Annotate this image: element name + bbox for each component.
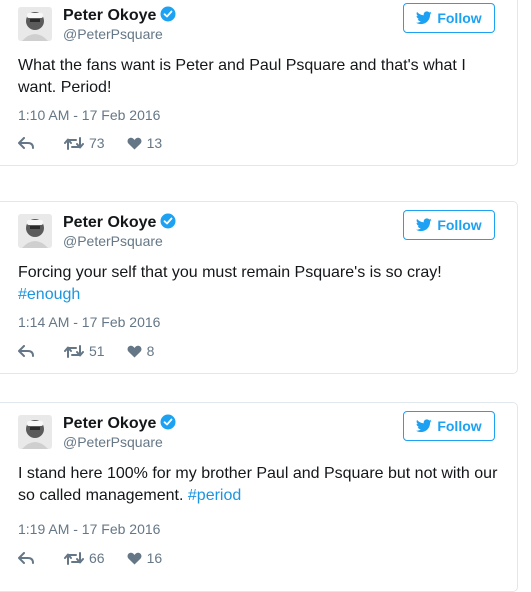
tweet-timestamp[interactable]: 1:14 AM - 17 Feb 2016	[18, 314, 160, 330]
follow-label: Follow	[437, 418, 482, 434]
reply-icon	[18, 137, 34, 149]
tweet-card: Peter Okoye @PeterPsquare Follow I stand…	[0, 402, 518, 592]
avatar-image	[18, 214, 52, 248]
follow-button[interactable]: Follow	[403, 210, 495, 240]
tweet-actions: 51 8	[18, 343, 154, 359]
retweet-icon	[64, 344, 84, 358]
verified-badge-icon	[160, 213, 176, 229]
tweet-text-body: Forcing your self that you must remain P…	[18, 264, 442, 281]
tweet-card: Peter Okoye @PeterPsquare Follow What th…	[0, 0, 518, 166]
like-button[interactable]: 16	[127, 550, 163, 566]
like-count: 13	[146, 135, 163, 151]
hashtag-link[interactable]: #enough	[18, 286, 80, 303]
avatar-image	[18, 415, 52, 449]
reply-button[interactable]	[18, 137, 34, 149]
retweet-icon	[64, 551, 84, 565]
retweet-button[interactable]: 51	[64, 343, 105, 359]
reply-icon	[18, 552, 34, 564]
author-name[interactable]: Peter Okoye	[63, 414, 176, 433]
twitter-bird-icon	[416, 218, 433, 232]
tweet-text: I stand here 100% for my brother Paul an…	[18, 463, 508, 507]
follow-button[interactable]: Follow	[403, 3, 495, 33]
author-handle[interactable]: @PeterPsquare	[63, 233, 163, 249]
verified-badge-icon	[160, 414, 176, 430]
author-name[interactable]: Peter Okoye	[63, 213, 176, 232]
reply-button[interactable]	[18, 552, 34, 564]
tweet-text: Forcing your self that you must remain P…	[18, 262, 508, 306]
retweet-count: 51	[89, 343, 105, 359]
tweet-text: What the fans want is Peter and Paul Psq…	[18, 55, 508, 99]
tweet-actions: 66 16	[18, 550, 162, 566]
like-count: 16	[146, 550, 163, 566]
like-heart-icon	[127, 137, 142, 149]
avatar-image	[18, 7, 52, 41]
tweet-timestamp[interactable]: 1:10 AM - 17 Feb 2016	[18, 107, 160, 123]
author-name[interactable]: Peter Okoye	[63, 6, 176, 25]
reply-button[interactable]	[18, 345, 34, 357]
author-handle[interactable]: @PeterPsquare	[63, 434, 163, 450]
retweet-count: 73	[89, 135, 105, 151]
tweet-timestamp[interactable]: 1:19 AM - 17 Feb 2016	[18, 521, 160, 537]
twitter-bird-icon	[416, 11, 433, 25]
follow-button[interactable]: Follow	[403, 411, 495, 441]
hashtag-link[interactable]: #period	[188, 487, 241, 504]
author-name-text[interactable]: Peter Okoye	[63, 214, 156, 231]
like-heart-icon	[127, 345, 142, 357]
like-count: 8	[146, 343, 155, 359]
author-name-text[interactable]: Peter Okoye	[63, 7, 156, 24]
avatar[interactable]	[18, 415, 52, 449]
avatar[interactable]	[18, 7, 52, 41]
like-button[interactable]: 8	[127, 343, 155, 359]
reply-icon	[18, 345, 34, 357]
avatar[interactable]	[18, 214, 52, 248]
verified-badge-icon	[160, 6, 176, 22]
author-handle[interactable]: @PeterPsquare	[63, 26, 163, 42]
like-button[interactable]: 13	[127, 135, 163, 151]
tweet-text-body: What the fans want is Peter and Paul Psq…	[18, 57, 466, 96]
follow-label: Follow	[437, 10, 482, 26]
follow-label: Follow	[437, 217, 482, 233]
retweet-button[interactable]: 73	[64, 135, 105, 151]
twitter-bird-icon	[416, 419, 433, 433]
retweet-icon	[64, 136, 84, 150]
retweet-button[interactable]: 66	[64, 550, 105, 566]
tweet-text-body: I stand here 100% for my brother Paul an…	[18, 465, 498, 504]
tweet-card: Peter Okoye @PeterPsquare Follow Forcing…	[0, 201, 518, 374]
author-name-text[interactable]: Peter Okoye	[63, 415, 156, 432]
like-heart-icon	[127, 552, 142, 564]
retweet-count: 66	[89, 550, 105, 566]
tweet-actions: 73 13	[18, 135, 162, 151]
